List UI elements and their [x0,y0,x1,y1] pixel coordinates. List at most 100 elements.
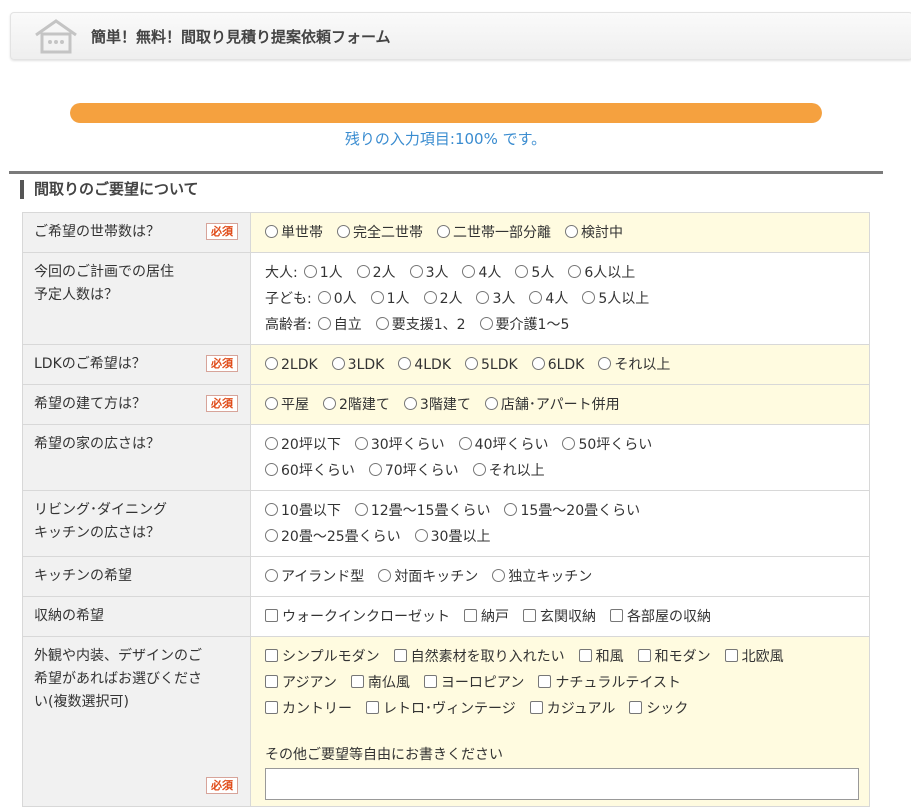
checkbox-option[interactable]: カントリー [265,701,352,717]
radio-button[interactable] [354,437,368,450]
radio-option[interactable]: 30畳以上 [414,529,490,545]
radio-button[interactable] [323,397,336,410]
radio-option[interactable]: 店舗･アパート併用 [484,397,620,413]
checkbox-option[interactable]: シック [629,701,688,717]
checkbox-option[interactable]: レトロ･ヴィンテージ [366,701,516,717]
radio-button[interactable] [409,265,423,278]
radio-button[interactable] [414,529,428,542]
radio-option[interactable]: 70坪くらい [368,463,459,479]
radio-button[interactable] [504,503,518,516]
radio-button[interactable] [265,569,278,582]
checkbox-option[interactable]: ヨーロピアン [423,675,524,691]
checkbox[interactable] [610,609,623,622]
checkbox[interactable] [523,609,536,622]
radio-button[interactable] [331,357,345,370]
checkbox-option[interactable]: 玄関収納 [523,609,596,625]
radio-option[interactable]: 検討中 [565,225,623,241]
checkbox-option[interactable]: カジュアル [529,701,615,717]
radio-button[interactable] [303,265,317,278]
radio-button[interactable] [472,463,486,476]
checkbox[interactable] [393,649,407,662]
checkbox[interactable] [637,649,651,662]
radio-option[interactable]: 独立キッチン [492,569,592,585]
radio-button[interactable] [403,397,417,410]
radio-option[interactable]: 2階建て [323,397,390,413]
radio-option[interactable]: 3LDK [331,357,384,373]
checkbox[interactable] [538,675,552,688]
checkbox-option[interactable]: 南仏風 [350,675,410,691]
radio-option[interactable]: 15畳〜20畳くらい [504,503,640,519]
radio-option[interactable]: 対面キッチン [378,569,478,585]
radio-button[interactable] [265,529,278,542]
checkbox[interactable] [350,675,364,688]
radio-option[interactable]: 自立 [317,317,362,333]
checkbox-option[interactable]: 各部屋の収納 [610,609,711,625]
radio-button[interactable] [317,291,331,304]
checkbox[interactable] [629,701,643,714]
checkbox-option[interactable]: シンプルモダン [265,649,380,665]
radio-option[interactable]: 12畳〜15畳くらい [354,503,490,519]
radio-option[interactable]: 10畳以下 [265,503,341,519]
radio-button[interactable] [465,357,479,370]
radio-option[interactable]: 単世帯 [265,225,323,241]
radio-button[interactable] [265,463,278,476]
radio-button[interactable] [265,357,278,370]
checkbox[interactable] [529,701,543,714]
checkbox-option[interactable]: 納戸 [464,609,509,625]
radio-option[interactable]: 60坪くらい [265,463,355,479]
radio-option[interactable]: 6LDK [531,357,584,373]
radio-option[interactable]: 30坪くらい [354,437,445,453]
checkbox-option[interactable]: アジアン [265,675,337,691]
radio-option[interactable]: 3人 [409,265,448,281]
radio-button[interactable] [479,317,493,330]
radio-option[interactable]: 2LDK [265,357,318,373]
radio-option[interactable]: 5LDK [465,357,518,373]
checkbox-option[interactable]: ナチュラルテイスト [538,675,681,691]
checkbox[interactable] [578,649,592,662]
radio-button[interactable] [398,357,412,370]
radio-option[interactable]: 二世帯一部分離 [437,225,551,241]
checkbox-option[interactable]: ウォークインクローゼット [265,609,450,625]
radio-button[interactable] [582,291,596,304]
radio-button[interactable] [375,317,389,330]
checkbox[interactable] [464,609,477,622]
radio-option[interactable]: 1人 [303,265,343,281]
radio-option[interactable]: 20畳〜25畳くらい [265,529,401,545]
radio-option[interactable]: 3階建て [403,397,471,413]
radio-button[interactable] [562,437,576,450]
radio-button[interactable] [531,357,545,370]
radio-option[interactable]: 平屋 [265,397,309,413]
radio-button[interactable] [598,357,612,370]
radio-button[interactable] [458,437,472,450]
radio-button[interactable] [484,397,498,410]
radio-option[interactable]: 要支援1、2 [375,317,466,333]
radio-option[interactable]: 6人以上 [568,265,635,281]
checkbox[interactable] [366,701,379,714]
radio-button[interactable] [423,291,437,304]
radio-option[interactable]: 0人 [317,291,357,307]
radio-button[interactable] [368,463,382,476]
radio-option[interactable]: 2人 [423,291,462,307]
radio-button[interactable] [476,291,490,304]
radio-button[interactable] [462,265,476,278]
checkbox[interactable] [265,609,278,622]
radio-option[interactable]: 4人 [529,291,568,307]
radio-button[interactable] [568,265,582,278]
radio-button[interactable] [370,291,384,304]
radio-button[interactable] [265,397,278,410]
radio-button[interactable] [317,317,331,330]
radio-button[interactable] [265,503,278,516]
radio-option[interactable]: 3人 [476,291,515,307]
radio-option[interactable]: アイランド型 [265,569,364,585]
radio-button[interactable] [492,569,506,582]
radio-button[interactable] [378,569,392,582]
radio-option[interactable]: 50坪くらい [562,437,652,453]
radio-button[interactable] [565,225,578,238]
radio-option[interactable]: 5人 [515,265,554,281]
radio-option[interactable]: 1人 [370,291,410,307]
free-text-area[interactable] [265,768,859,800]
radio-option[interactable]: 4人 [462,265,501,281]
checkbox[interactable] [265,701,278,714]
checkbox-option[interactable]: 北欧風 [724,649,784,665]
radio-option[interactable]: 4LDK [398,357,451,373]
